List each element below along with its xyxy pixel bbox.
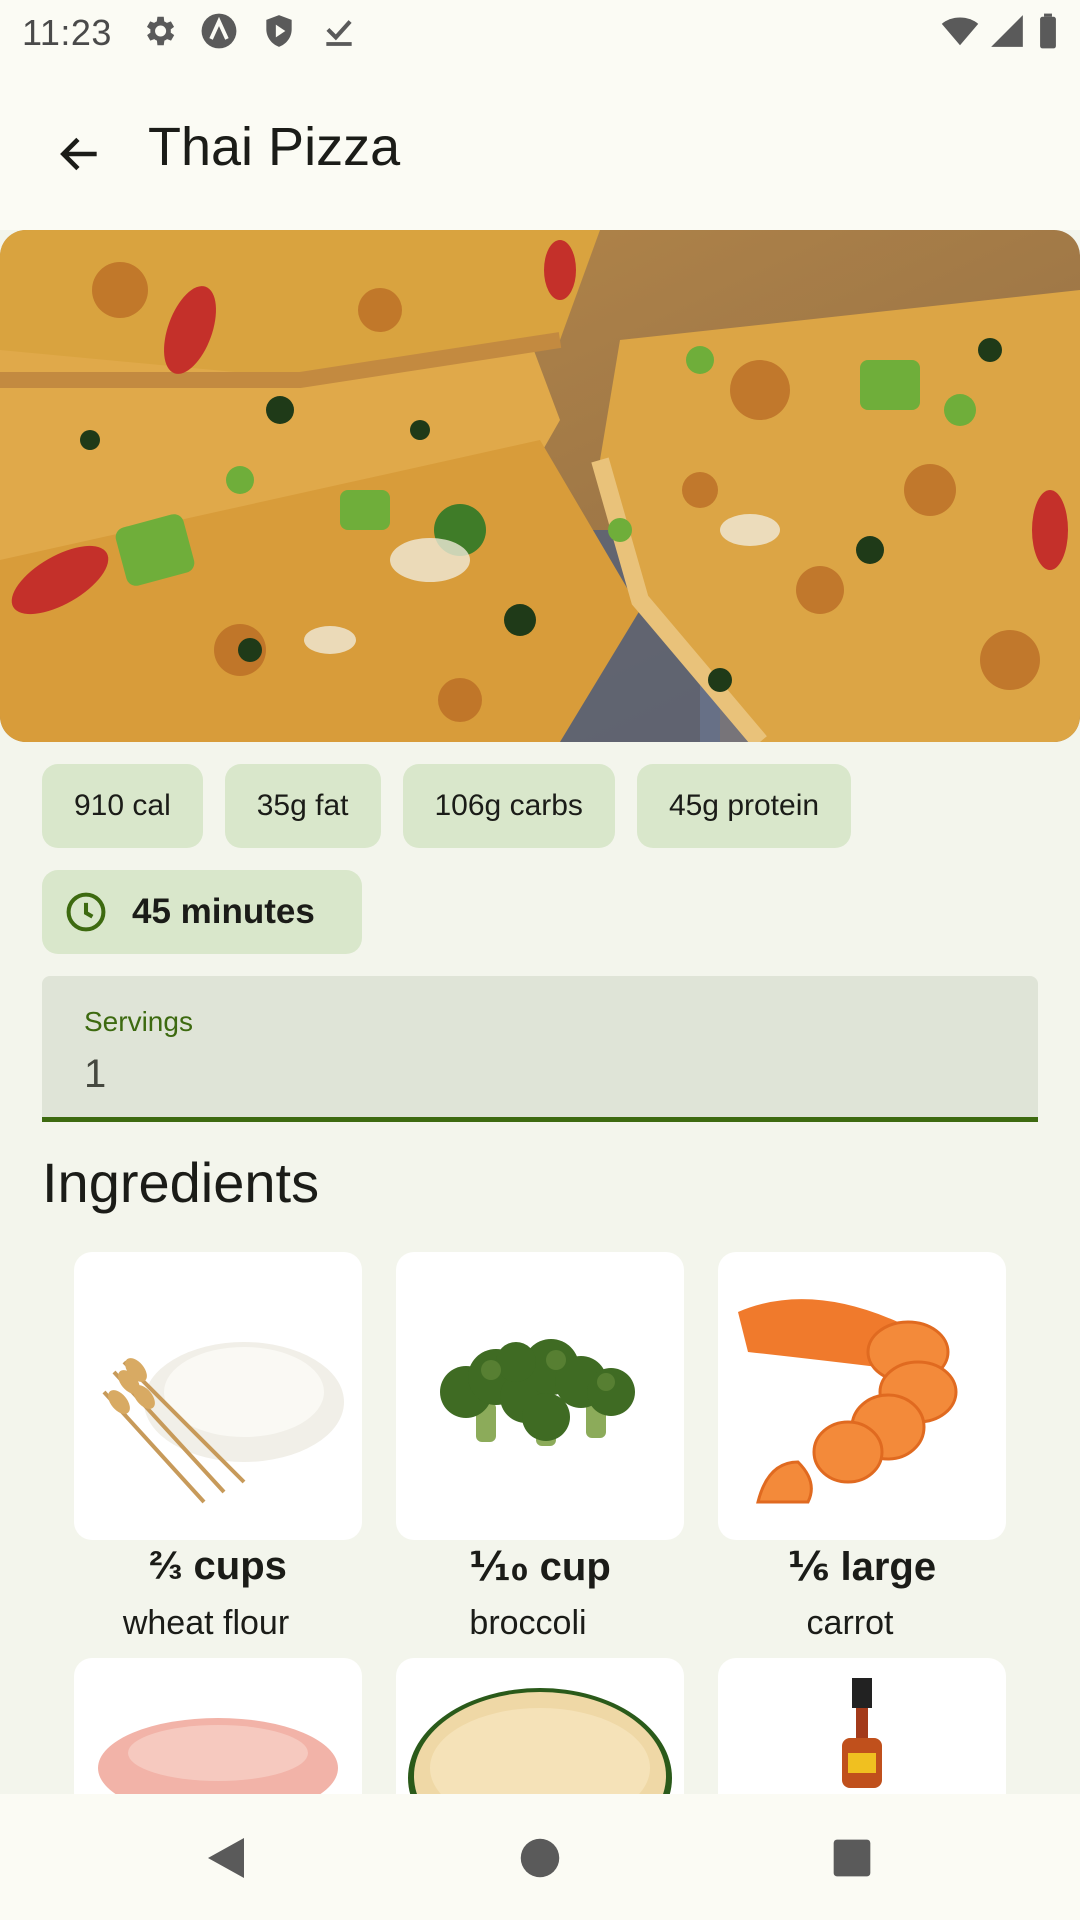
ingredient-quantity: ⅒ cup (469, 1545, 611, 1589)
recents-square-icon (833, 1839, 871, 1877)
nav-back-button[interactable] (196, 1828, 256, 1888)
ingredient-quantity: ⅙ large (787, 1545, 937, 1589)
ingredient-image-wheat-flour[interactable] (74, 1252, 362, 1540)
ingredient-name: carrot (806, 1604, 894, 1642)
cook-time-label: 45 minutes (132, 892, 315, 931)
top-app-bar: Thai Pizza (0, 64, 1080, 230)
protein-chip[interactable]: 45g protein (636, 764, 852, 848)
system-navigation-bar (0, 1794, 1080, 1920)
ingredient-quantity: ⅔ cups (149, 1544, 287, 1588)
status-bar: 11:23 (0, 0, 1080, 64)
back-triangle-icon (208, 1838, 244, 1878)
ingredient-image-carrot[interactable] (718, 1252, 1006, 1540)
ingredient-name: broccoli (469, 1604, 587, 1642)
wifi-icon (940, 12, 979, 50)
servings-input[interactable]: 1 (84, 1052, 106, 1097)
status-system-icons (940, 12, 1060, 50)
shield-play-icon (260, 12, 298, 50)
servings-label: Servings (84, 1006, 193, 1037)
app-a-icon (200, 12, 238, 50)
status-notification-icons (140, 12, 358, 50)
nav-recents-button[interactable] (822, 1828, 882, 1888)
nav-home-button[interactable] (510, 1828, 570, 1888)
ingredients-heading: Ingredients (42, 1151, 320, 1214)
ingredient-name: wheat flour (122, 1604, 290, 1642)
home-circle-icon (520, 1838, 560, 1878)
recipe-screen: 11:23 Thai Pizza 910 cal 35g fat 106g ca… (0, 0, 1080, 1920)
cook-time-chip[interactable]: 45 minutes (42, 870, 362, 954)
nutrition-chips: 910 cal 35g fat 106g carbs 45g protein (42, 764, 852, 848)
settings-icon (140, 12, 178, 50)
page-title: Thai Pizza (148, 117, 401, 177)
download-done-icon (320, 12, 358, 50)
clock-icon (66, 892, 106, 932)
back-button[interactable] (40, 114, 120, 194)
fat-chip[interactable]: 35g fat (224, 764, 381, 848)
carbs-chip[interactable]: 106g carbs (402, 764, 615, 848)
ingredient-image-broccoli[interactable] (396, 1252, 684, 1540)
recipe-photo (0, 230, 1080, 742)
signal-icon (988, 12, 1026, 50)
servings-field[interactable]: Servings 1 (42, 976, 1038, 1122)
battery-icon (1036, 12, 1060, 50)
calories-chip[interactable]: 910 cal (42, 764, 203, 848)
arrow-back-icon (60, 137, 97, 171)
status-time: 11:23 (22, 12, 112, 53)
